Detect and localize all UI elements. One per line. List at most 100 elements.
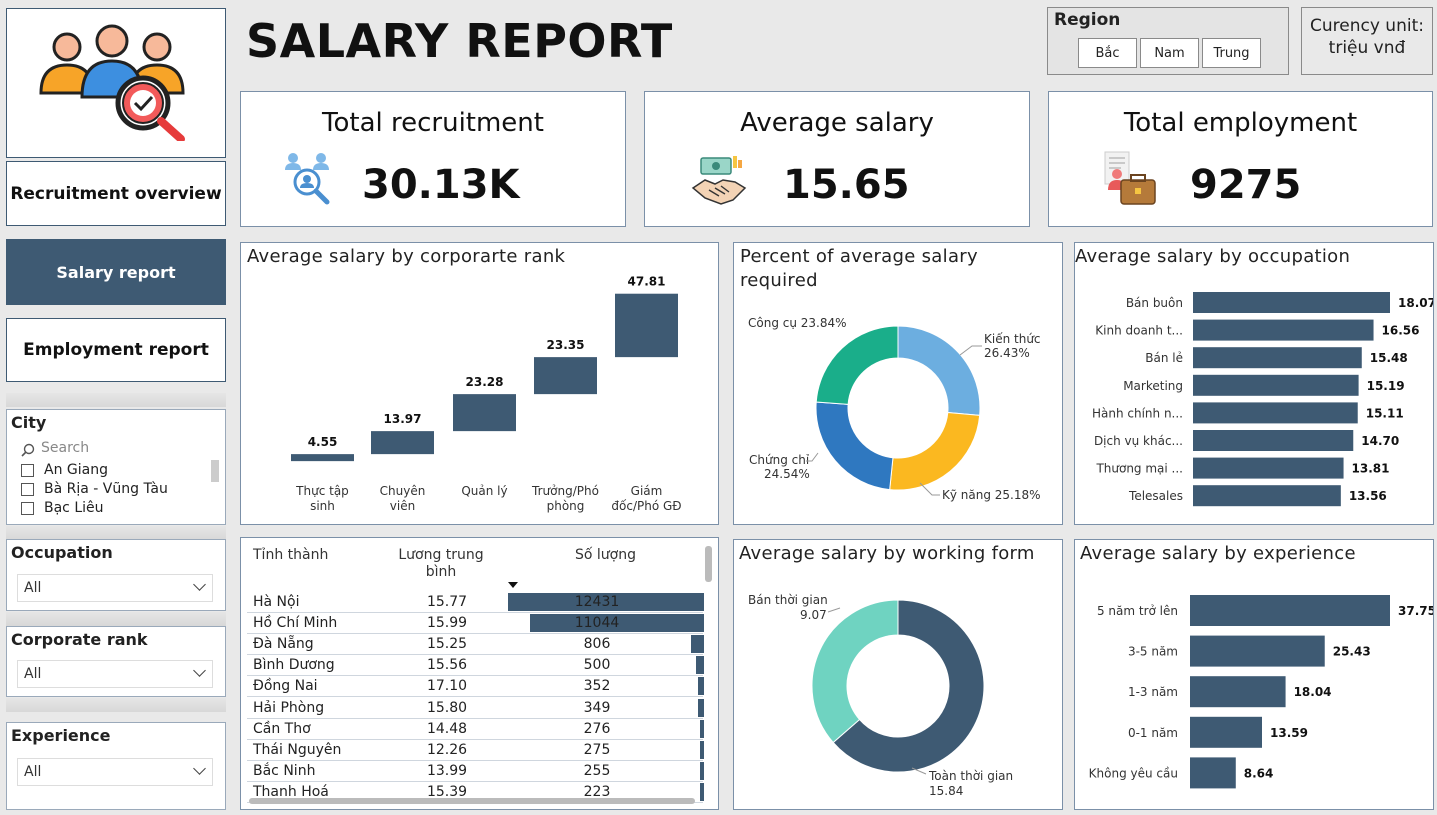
- cell-count: 352: [583, 678, 611, 695]
- occupation-dropdown[interactable]: All: [17, 574, 213, 602]
- corporate-rank-dropdown[interactable]: All: [17, 660, 213, 688]
- corporate-rank-filter-title: Corporate rank: [11, 630, 148, 649]
- table-row[interactable]: Hà Nội 15.77 12431: [247, 592, 704, 613]
- table-header: Tỉnh thành Lương trung bình Số lượng: [241, 538, 711, 590]
- checkbox[interactable]: [21, 464, 34, 477]
- vertical-scrollbar[interactable]: [705, 546, 712, 582]
- kpi-value: 9275: [1190, 162, 1302, 208]
- rank-chart-svg: 4.55 Thực tậpsinh 13.97 Chuyênviên 23.28 Quản…: [291, 275, 682, 513]
- data-label: 14.70: [1361, 434, 1399, 448]
- data-label: 4.55: [308, 435, 338, 449]
- chart-salary-by-experience: Average salary by experience 5 năm trở l…: [1074, 539, 1434, 810]
- table-row[interactable]: Đà Nẵng 15.25 806: [247, 634, 704, 656]
- data-label: 24.54%: [764, 467, 810, 481]
- data-label: 18.04: [1294, 685, 1332, 699]
- cell-city: Thái Nguyên: [253, 741, 342, 758]
- cell-city: Hồ Chí Minh: [253, 615, 338, 632]
- data-label: 9.07: [800, 608, 827, 622]
- checkbox[interactable]: [21, 483, 34, 496]
- tick-label: phòng: [547, 499, 585, 513]
- region-slicer: Region Bắc Nam Trung: [1047, 7, 1289, 75]
- divider: [6, 698, 226, 712]
- chevron-down-icon: [193, 664, 206, 677]
- nav-employment-report[interactable]: Employment report: [6, 318, 226, 382]
- data-label: 15.84: [929, 784, 963, 798]
- cell-city: Cần Thơ: [253, 720, 311, 737]
- cell-count: 255: [583, 762, 611, 779]
- experience-dropdown[interactable]: All: [17, 758, 213, 786]
- bar: [1193, 402, 1358, 424]
- chart-salary-by-working-form: Average salary by working form Bán thời …: [733, 539, 1063, 810]
- city-search-placeholder: Search: [41, 440, 90, 456]
- list-item[interactable]: Bạc Liêu: [21, 500, 211, 519]
- table-row[interactable]: Hồ Chí Minh 15.99 11044: [247, 613, 704, 635]
- table-row[interactable]: Thái Nguyên 12.26 275: [247, 740, 704, 761]
- tick-label: Trưởng/Phó: [531, 484, 599, 498]
- data-label: 13.97: [384, 412, 422, 426]
- kpi-title: Total recruitment: [322, 108, 544, 138]
- cell-avg-salary: 15.56: [426, 657, 468, 674]
- nav-recruitment-overview[interactable]: Recruitment overview: [6, 161, 226, 226]
- tick-label: 3-5 năm: [1128, 645, 1178, 659]
- column-header-avg-salary[interactable]: Lương trung bình: [391, 547, 491, 581]
- sort-desc-icon[interactable]: [508, 582, 518, 588]
- table-row[interactable]: Đồng Nai 17.10 352: [247, 676, 704, 698]
- data-label: Kỹ năng 25.18%: [942, 488, 1041, 502]
- data-label: Chứng chỉ: [749, 453, 810, 467]
- bar: [1193, 457, 1344, 479]
- count-data-bar: [696, 656, 704, 675]
- tick-label: Hành chính n...: [1092, 406, 1183, 420]
- occupation-filter-title: Occupation: [11, 543, 113, 562]
- recruitment-search-icon: [285, 153, 330, 205]
- table-row[interactable]: Cần Thơ 14.48 276: [247, 719, 704, 740]
- count-data-bar: [698, 677, 704, 696]
- bar: [1193, 347, 1362, 369]
- bar: [1193, 374, 1359, 396]
- kpi-title: Total employment: [1123, 108, 1358, 138]
- table-row[interactable]: Hải Phòng 15.80 349: [247, 698, 704, 719]
- bar: [615, 293, 678, 358]
- chart-percent-required: Percent of average salary required Kiến …: [733, 242, 1063, 525]
- checkbox[interactable]: [21, 502, 34, 515]
- count-data-bar: [699, 740, 704, 759]
- tick-label: Bán lẻ: [1145, 351, 1183, 365]
- list-item[interactable]: An Giang: [21, 462, 211, 481]
- cell-count: 806: [583, 636, 611, 653]
- region-option-nam[interactable]: Nam: [1140, 38, 1199, 68]
- tick-label: Không yêu cầu: [1089, 766, 1178, 780]
- cell-count: 12431: [574, 594, 620, 610]
- horizontal-scrollbar[interactable]: [249, 798, 695, 804]
- experience-filter: Experience All: [6, 722, 226, 810]
- nav-salary-report[interactable]: Salary report: [6, 239, 226, 305]
- occupation-filter: Occupation All: [6, 539, 226, 611]
- count-data-bar: [700, 782, 704, 801]
- data-label: 13.81: [1352, 462, 1390, 476]
- column-header-city[interactable]: Tỉnh thành: [253, 547, 328, 563]
- tick-label: viên: [390, 499, 415, 513]
- chart-salary-by-rank: Average salary by corporarte rank 4.55 Th…: [240, 242, 719, 525]
- divider: [6, 612, 226, 626]
- kpi-value: 15.65: [783, 162, 910, 208]
- data-label: Toàn thời gian: [928, 769, 1013, 783]
- list-item[interactable]: Bà Rịa - Vũng Tàu: [21, 481, 211, 500]
- data-label: 13.59: [1270, 726, 1308, 740]
- city-filter-title: City: [11, 413, 47, 432]
- chevron-down-icon: [193, 762, 206, 775]
- kpi-value: 30.13K: [362, 162, 520, 208]
- recruitment-logo-icon: [39, 24, 185, 141]
- scrollbar[interactable]: [211, 460, 219, 482]
- page-title: SALARY REPORT: [246, 14, 673, 68]
- working-form-donut-svg: Bán thời gian9.07 Toàn thời gian15.84: [748, 593, 1013, 798]
- corporate-rank-filter: Corporate rank All: [6, 626, 226, 697]
- column-header-count[interactable]: Số lượng: [575, 547, 636, 563]
- region-option-bac[interactable]: Bắc: [1078, 38, 1137, 68]
- chart-salary-by-occupation: Average salary by occupation Bán buôn 18.…: [1074, 242, 1434, 525]
- table-row[interactable]: Bình Dương 15.56 500: [247, 655, 704, 677]
- cell-city: Hà Nội: [253, 594, 300, 610]
- city-search[interactable]: Search: [21, 440, 211, 460]
- tick-label: đốc/Phó GĐ: [611, 499, 681, 513]
- region-option-trung[interactable]: Trung: [1202, 38, 1261, 68]
- tick-label: Marketing: [1123, 379, 1183, 393]
- table-row[interactable]: Bắc Ninh 13.99 255: [247, 761, 704, 782]
- bar: [1193, 430, 1354, 451]
